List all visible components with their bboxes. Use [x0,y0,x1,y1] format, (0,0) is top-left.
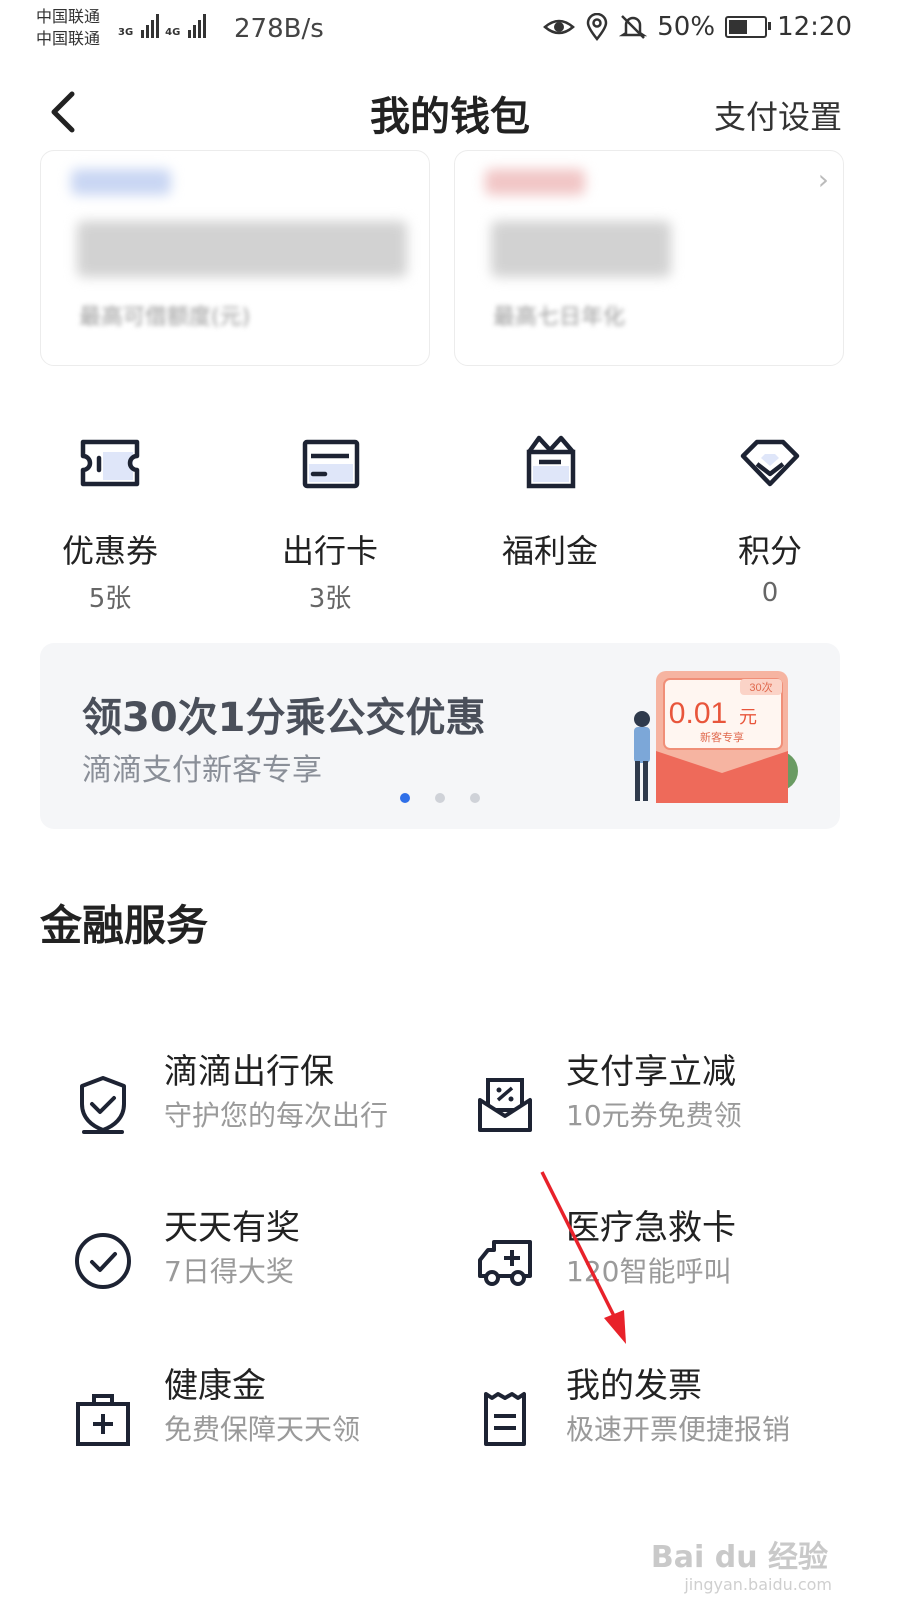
quick-entry-welfare[interactable]: 福利金 [470,430,630,612]
signal-bars-icon [141,14,160,38]
service-desc: 守护您的每次出行 [164,1099,389,1132]
credit-card-panel[interactable]: 最高可借额度(元) [40,150,430,366]
service-title: 天天有奖 [164,1208,300,1248]
watermark-url: jingyan.baidu.com [684,1575,832,1594]
status-bar: 中国联通 中国联通 3G 4G 278B/s 50% 12:20 [0,0,900,62]
quick-entry-label: 积分 [737,532,802,570]
nav-bar: 我的钱包 支付设置 [0,62,900,162]
quick-entry-label: 优惠券 [61,532,158,570]
payment-settings-link[interactable]: 支付设置 [714,92,842,138]
quick-entry-coupons[interactable]: 优惠券 5张 [30,430,190,614]
signal-bars-icon [188,14,207,38]
service-title: 医疗急救卡 [566,1208,736,1248]
quick-entry-travel-card[interactable]: 出行卡 3张 [250,430,410,614]
carousel-dot[interactable] [435,793,445,803]
banner-headline: 领30次1分乘公交优惠 [82,695,486,741]
service-desc: 120智能呼叫 [566,1255,732,1288]
gift-box-icon [526,435,576,489]
annualized-yield-caption: 最高七日年化 [493,305,626,330]
quick-entries: 优惠券 5张 出行卡 3张 福利金 积分 0 [0,430,900,614]
battery-percent: 50% [657,12,716,42]
location-icon [587,13,608,41]
service-trip-insurance[interactable]: 滴滴出行保 守护您的每次出行 [42,1044,422,1164]
quick-entry-count: 0 [761,578,779,608]
quick-entry-points[interactable]: 积分 0 [690,430,850,612]
quick-entry-label: 出行卡 [281,532,378,570]
ambulance-icon [478,1240,532,1286]
clock: 12:20 [777,12,852,42]
coupon-tag: 30次 [749,680,772,694]
carrier-1: 中国联通 [36,7,101,26]
service-medical-card[interactable]: 医疗急救卡 120智能呼叫 [444,1200,824,1320]
shield-check-icon [80,1076,126,1134]
coupon-amount: 0.01 [669,697,727,730]
service-title: 健康金 [164,1366,266,1406]
service-title: 支付享立减 [566,1052,736,1092]
eye-icon [543,19,576,35]
check-circle-icon [75,1233,131,1289]
quick-entry-label: 福利金 [501,532,598,570]
wealth-card-panel[interactable]: 最高七日年化 › [454,150,844,366]
service-pay-discount[interactable]: 支付享立减 10元券免费领 [444,1044,824,1164]
envelope-discount-icon [478,1078,532,1132]
chevron-right-icon[interactable]: › [818,163,829,196]
invoice-icon [484,1392,526,1446]
carrier-2: 中国联通 [36,29,101,48]
carousel-dot[interactable] [470,793,480,803]
quick-entry-count: 3张 [308,584,352,614]
credit-limit-caption: 最高可借额度(元) [79,305,251,330]
service-my-invoice[interactable]: 我的发票 极速开票便捷报销 [444,1358,824,1478]
bell-off-icon [619,15,648,39]
points-diamond-icon [740,439,800,487]
coupon-illustration: 30次 0.01 元 新客专享 [634,671,798,803]
quick-entry-count: 5张 [88,584,132,614]
status-right: 50% 12:20 [543,12,852,42]
signal-indicators: 3G 4G [118,14,207,38]
promo-banner[interactable]: 领30次1分乘公交优惠 滴滴支付新客专享 30次 0.01 元 新客专享 [40,643,840,829]
medical-kit-icon [76,1394,130,1446]
carrier-labels: 中国联通 中国联通 [36,6,100,50]
travel-card-icon [302,439,360,489]
network-type-1: 3G [118,27,134,38]
service-desc: 7日得大奖 [164,1255,294,1288]
service-desc: 免费保障天天领 [164,1413,361,1446]
section-title-finance: 金融服务 [40,901,209,950]
coupon-note: 新客专享 [700,730,744,744]
battery-icon [725,16,772,38]
quick-entry-count [470,578,630,612]
banner-subline: 滴滴支付新客专享 [82,753,322,788]
service-desc: 极速开票便捷报销 [566,1413,791,1446]
service-daily-prize[interactable]: 天天有奖 7日得大奖 [42,1200,422,1320]
network-type-2: 4G [165,27,181,38]
carousel-dots [400,793,480,803]
carousel-dot[interactable] [400,793,410,803]
network-speed: 278B/s [234,14,324,44]
service-health-fund[interactable]: 健康金 免费保障天天领 [42,1358,422,1478]
coupon-icon [80,439,140,487]
service-desc: 10元券免费领 [566,1099,742,1132]
coupon-unit: 元 [739,707,757,727]
service-title: 我的发票 [566,1366,702,1406]
watermark-logo: Bai du 经验 [650,1540,828,1575]
service-title: 滴滴出行保 [164,1052,334,1092]
